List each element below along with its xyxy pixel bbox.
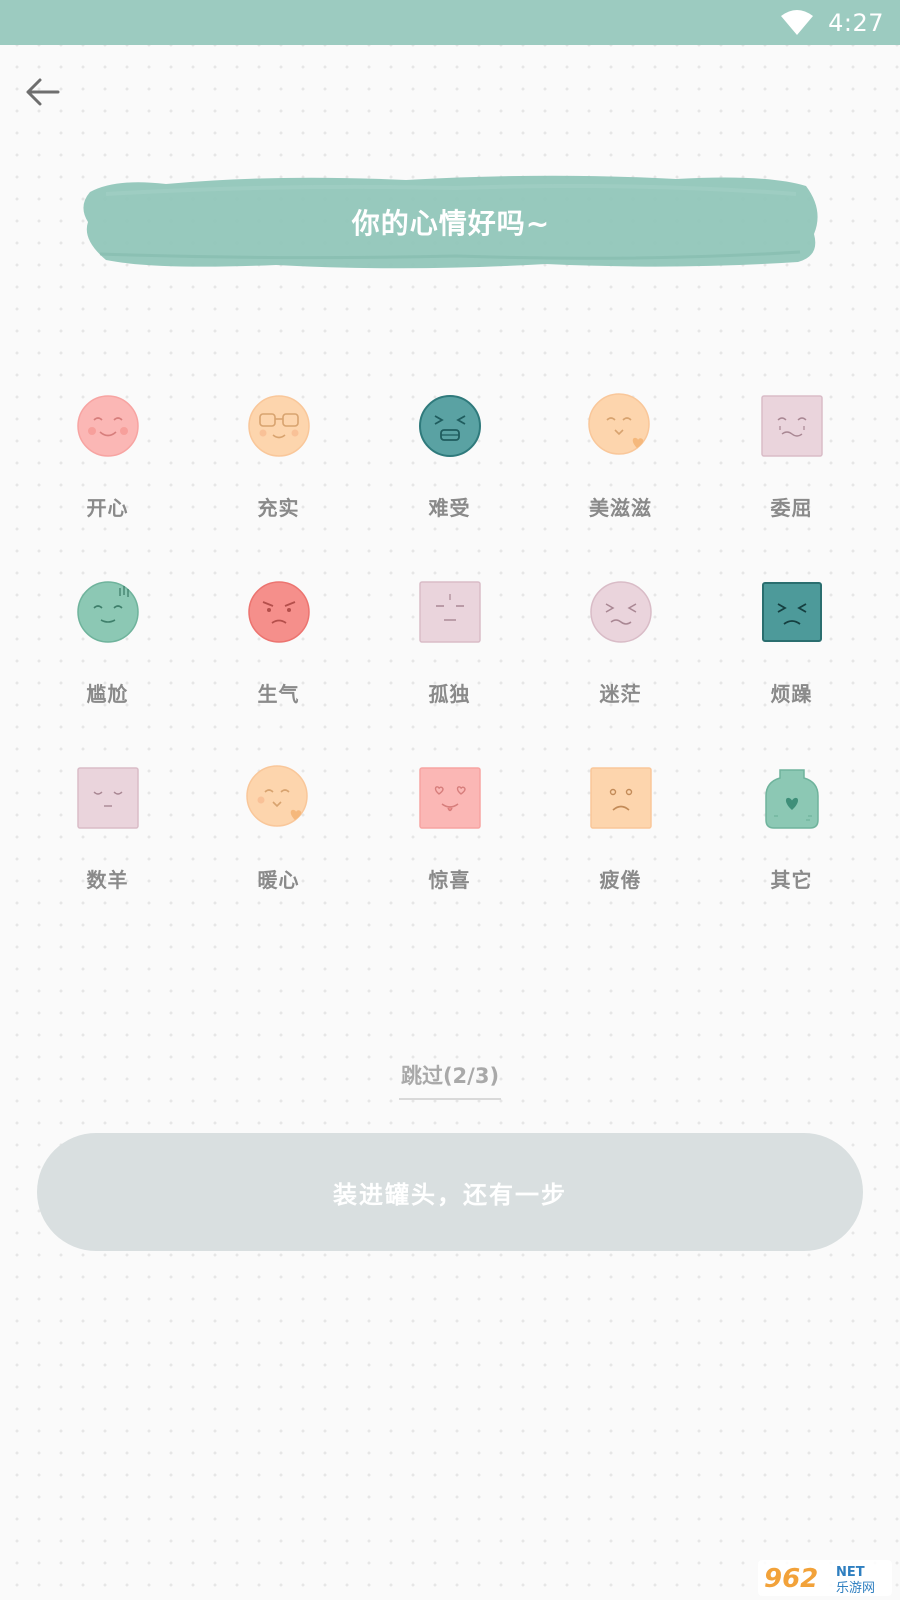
submit-button[interactable]: 装进罐头，还有一步 — [37, 1133, 863, 1251]
mood-label: 生气 — [257, 682, 300, 706]
happy-face-icon — [76, 395, 139, 457]
mood-label: 疲倦 — [599, 868, 642, 892]
title-banner: 你的心情好吗~ — [76, 170, 826, 274]
mood-option-fulfilled[interactable]: 充实 — [193, 390, 364, 576]
heart-eyes-square-icon — [418, 767, 481, 829]
skip-link[interactable]: 跳过(2/3) — [399, 1060, 501, 1100]
mood-label: 开心 — [86, 496, 129, 520]
angry-face-icon — [247, 581, 310, 643]
mood-grid: 开心 充实 难受 美滋滋 委屈 尴尬 生气 孤独 迷茫 烦躁 数羊 暖心 惊喜 … — [22, 390, 878, 948]
mood-option-aggrieved[interactable]: 委屈 — [706, 390, 877, 576]
mood-option-other[interactable]: 其它 — [706, 762, 877, 948]
mood-option-counting-sheep[interactable]: 数羊 — [22, 762, 193, 948]
jar-heart-icon — [764, 769, 819, 829]
mood-option-awkward[interactable]: 尴尬 — [22, 576, 193, 762]
mood-label: 尴尬 — [86, 682, 129, 706]
mood-option-surprised[interactable]: 惊喜 — [364, 762, 535, 948]
awkward-face-icon — [76, 581, 139, 643]
watermark-number: 962 — [764, 1564, 818, 1594]
mood-option-distressed[interactable]: 难受 — [364, 390, 535, 576]
watermark-logo-art: 962 NET 乐游网 — [758, 1560, 892, 1596]
aggrieved-square-icon — [760, 395, 823, 457]
warm-face-heart-icon — [245, 765, 308, 827]
mood-label: 数羊 — [86, 868, 129, 892]
mood-option-angry[interactable]: 生气 — [193, 576, 364, 762]
mood-label: 美滋滋 — [589, 496, 652, 520]
content-face-heart-icon — [587, 393, 650, 455]
mood-label: 烦躁 — [770, 682, 813, 706]
mood-label: 其它 — [770, 868, 813, 892]
mood-label: 委屈 — [770, 496, 813, 520]
glasses-face-icon — [247, 395, 310, 457]
irritated-square-icon — [761, 582, 822, 642]
mood-label: 难受 — [428, 496, 471, 520]
mood-option-confused[interactable]: 迷茫 — [535, 576, 706, 762]
watermark-logo: 962 NET 乐游网 — [758, 1560, 892, 1596]
page-title: 你的心情好吗~ — [351, 207, 551, 240]
mood-option-irritated[interactable]: 烦躁 — [706, 576, 877, 762]
back-button[interactable] — [22, 72, 62, 112]
distressed-face-icon — [418, 395, 481, 457]
arrow-left-icon — [26, 78, 60, 106]
status-bar: 4:27 — [0, 0, 900, 45]
mood-option-content[interactable]: 美滋滋 — [535, 390, 706, 576]
watermark-subtitle: 乐游网 — [836, 1581, 875, 1596]
sleepy-square-icon — [76, 767, 139, 829]
mood-label: 暖心 — [257, 868, 300, 892]
tired-square-icon — [589, 767, 652, 829]
mood-option-lonely[interactable]: 孤独 — [364, 576, 535, 762]
mood-label: 充实 — [257, 496, 300, 520]
mood-label: 迷茫 — [599, 682, 642, 706]
wifi-icon — [781, 9, 814, 35]
watermark-suffix: NET — [836, 1565, 865, 1580]
mood-option-happy[interactable]: 开心 — [22, 390, 193, 576]
lonely-square-icon — [418, 581, 481, 643]
mood-option-warm[interactable]: 暖心 — [193, 762, 364, 948]
confused-face-icon — [589, 581, 652, 643]
mood-label: 惊喜 — [428, 868, 471, 892]
mood-label: 孤独 — [428, 682, 471, 706]
mood-option-tired[interactable]: 疲倦 — [535, 762, 706, 948]
status-time: 4:27 — [828, 8, 884, 37]
